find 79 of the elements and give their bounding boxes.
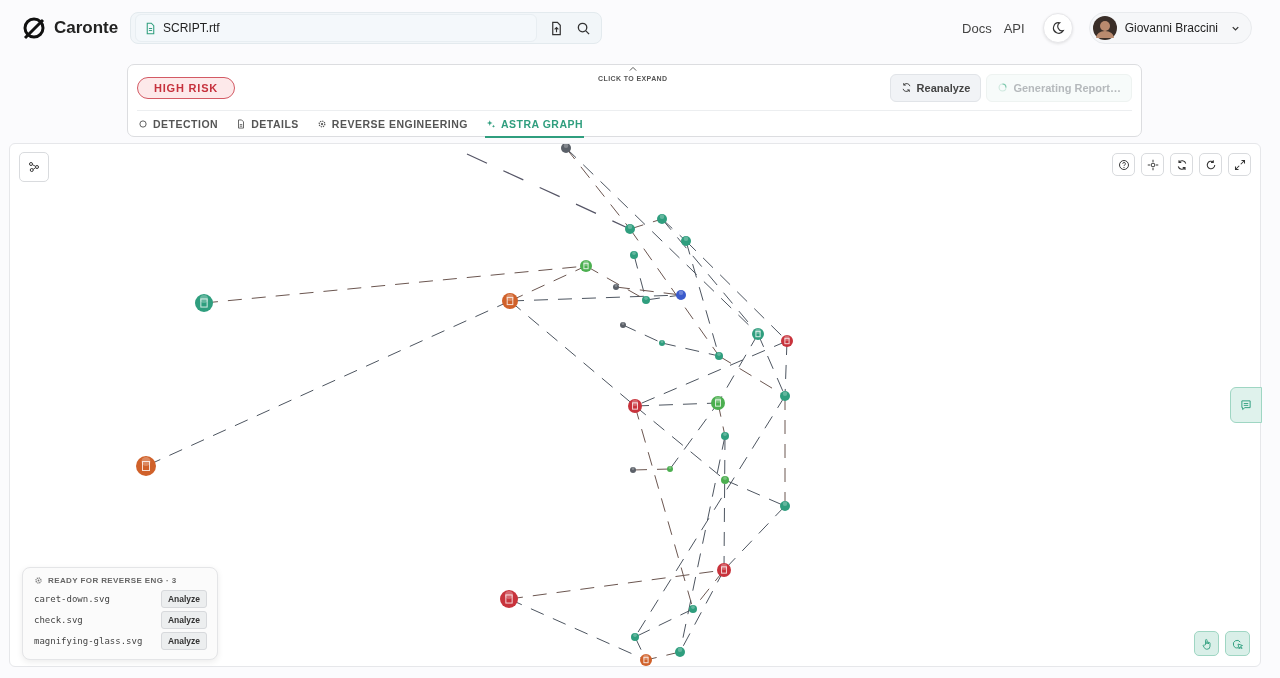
graph-node[interactable] [752, 328, 764, 340]
graph-node[interactable] [676, 290, 686, 300]
theme-toggle-button[interactable] [1042, 13, 1073, 43]
hand-icon [1200, 637, 1213, 650]
graph-node[interactable] [657, 214, 667, 224]
gear-icon [34, 576, 43, 585]
graph-node[interactable] [631, 633, 639, 641]
panel-button[interactable]: Reanalyze [889, 73, 982, 102]
spinner-icon [997, 82, 1009, 93]
graph-node[interactable] [561, 144, 571, 153]
graph-node[interactable] [625, 224, 635, 234]
graph-node[interactable] [500, 590, 518, 608]
tab[interactable]: REVERSE ENGINEERING [315, 111, 469, 138]
graph-node[interactable] [640, 654, 652, 666]
graph-node[interactable] [502, 293, 518, 309]
caret-up-icon[interactable] [628, 66, 637, 72]
tab[interactable]: DETECTION [137, 111, 220, 138]
pan-mode-button[interactable] [1194, 631, 1219, 656]
nav-link[interactable]: API [1003, 20, 1025, 36]
graph-node[interactable] [630, 251, 638, 259]
file-field[interactable]: SCRIPT.rtf [135, 14, 537, 42]
graph-icon [28, 161, 40, 173]
rotate-icon [1204, 158, 1217, 171]
file-name: magnifying-glass.svg [34, 635, 143, 646]
refresh-icon [1175, 158, 1188, 171]
document-icon [236, 118, 247, 129]
file-name: caret-down.svg [34, 593, 110, 604]
graph-node[interactable] [675, 647, 685, 657]
gear-icon [316, 118, 327, 129]
layout-button[interactable] [19, 152, 49, 182]
graph-node[interactable] [780, 501, 790, 511]
graph-node[interactable] [613, 284, 619, 290]
graph-node[interactable] [781, 335, 793, 347]
analyze-button[interactable]: Analyze [160, 631, 207, 650]
avatar-icon [1092, 16, 1117, 40]
graph-node[interactable] [136, 456, 156, 476]
help-button[interactable] [1112, 153, 1135, 176]
user-menu-button[interactable]: Giovanni Braccini [1088, 12, 1252, 44]
crosshair-icon [1146, 158, 1159, 171]
graph-node[interactable] [721, 432, 729, 440]
graph-node[interactable] [689, 605, 697, 613]
fullscreen-button[interactable] [1228, 153, 1251, 176]
graph-node[interactable] [717, 563, 731, 577]
upload-file-icon[interactable] [549, 20, 564, 36]
graph-node[interactable] [711, 396, 725, 410]
select-mode-button[interactable] [1225, 631, 1250, 656]
app-name: Caronte [54, 18, 119, 38]
graph-node[interactable] [628, 399, 642, 413]
graph-node[interactable] [580, 260, 592, 272]
refresh-button[interactable] [1170, 153, 1193, 176]
graph-node[interactable] [681, 236, 691, 246]
graph-node[interactable] [195, 294, 213, 312]
sparkle-icon [485, 118, 496, 129]
graph-node[interactable] [780, 391, 790, 401]
refresh-icon [900, 82, 912, 93]
file-name: check.svg [34, 614, 83, 625]
graph-node[interactable] [721, 476, 729, 484]
analyze-button[interactable]: Analyze [160, 610, 207, 629]
moon-icon [1050, 21, 1065, 35]
graph-node[interactable] [620, 322, 626, 328]
graph-node[interactable] [659, 340, 665, 346]
search-icon[interactable] [576, 20, 591, 36]
graph-node[interactable] [667, 466, 673, 472]
chat-icon [1240, 399, 1252, 411]
analyze-button[interactable]: Analyze [160, 589, 207, 608]
graph-node[interactable] [642, 296, 650, 304]
expand-icon [1233, 158, 1246, 171]
help-icon [1117, 158, 1130, 171]
tab[interactable]: DETAILS [235, 111, 300, 138]
reset-button[interactable] [1199, 153, 1222, 176]
risk-badge: HIGH RISK [137, 76, 236, 99]
graph-node[interactable] [715, 352, 723, 360]
center-button[interactable] [1141, 153, 1164, 176]
graph-node[interactable] [630, 467, 636, 473]
queue-title: READY FOR REVERSE ENG · 3 [48, 576, 177, 585]
logo-icon [22, 16, 46, 40]
cursor-icon [1231, 637, 1244, 650]
nav-link[interactable]: Docs [962, 20, 992, 36]
document-icon [144, 21, 157, 35]
